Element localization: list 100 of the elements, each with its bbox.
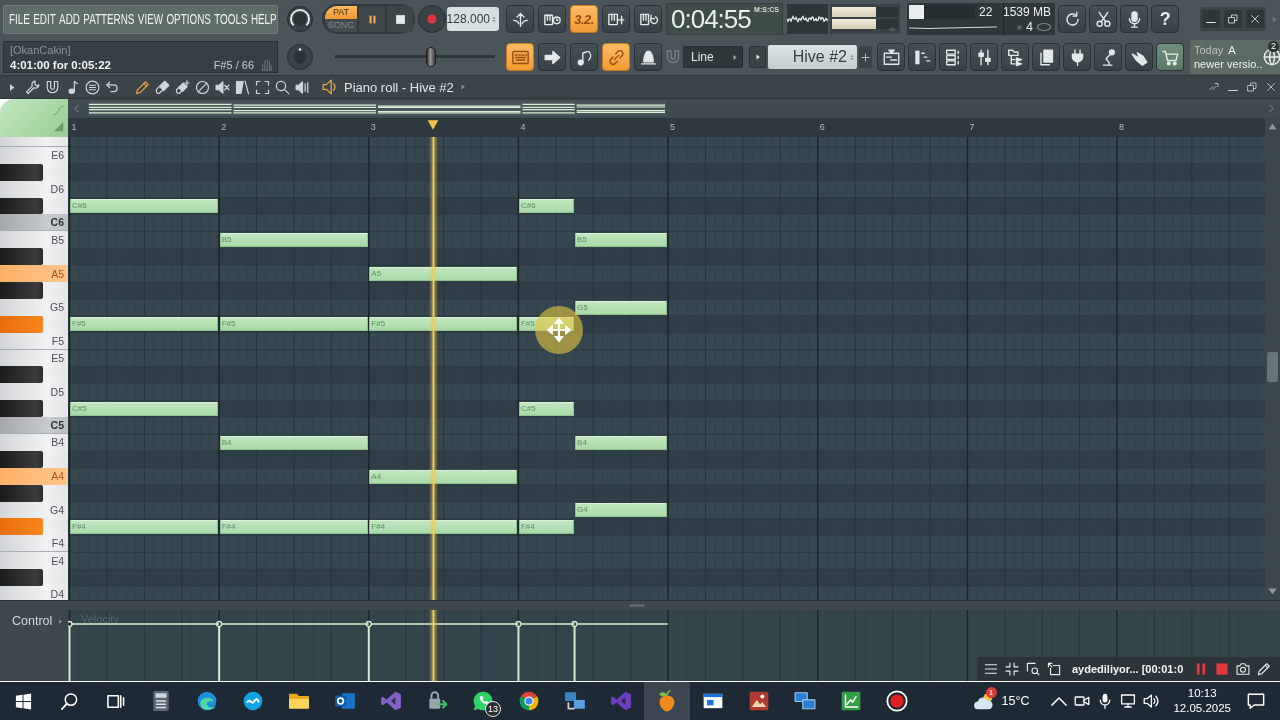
piano-key[interactable] [0, 248, 43, 266]
note-block[interactable]: A4 [369, 469, 518, 484]
region-icon[interactable] [1047, 662, 1061, 676]
note-block[interactable]: F#4 [369, 520, 518, 535]
toolbar-button[interactable] [1120, 5, 1148, 33]
triangle-down-icon[interactable] [1268, 588, 1277, 595]
tempo-field[interactable]: 128.000 [447, 7, 499, 31]
toolbar-button[interactable] [908, 43, 936, 71]
note-block[interactable]: F#5 [219, 317, 368, 332]
note-grid[interactable]: C#6 C#6 B5 B5 A5 G5 F#5 F#5 F#5 F#5 C#5 C#5 B4 B4 A4 G4 F#4 F#4 F#4 F#4 [68, 137, 1265, 600]
toolbar-button[interactable]: 3.2. [570, 5, 598, 33]
scrollbar-thumb[interactable] [1267, 352, 1278, 382]
toolbar-button[interactable] [1094, 43, 1122, 71]
toolbar-button[interactable] [506, 5, 534, 33]
grip-icon[interactable] [629, 604, 645, 607]
note-block[interactable]: G4 [575, 503, 668, 518]
velocity-stem[interactable] [216, 620, 370, 681]
camera-icon[interactable] [1236, 662, 1251, 676]
mode-option[interactable]: PAT [325, 6, 357, 19]
note-block[interactable]: B5 [219, 232, 368, 247]
piano-key[interactable]: A4 [0, 467, 68, 485]
slider-thumb[interactable] [426, 47, 436, 67]
piano-key[interactable]: C6 [0, 214, 68, 232]
monitor-icon[interactable] [1120, 693, 1137, 709]
note-block[interactable]: F#4 [518, 520, 574, 535]
note-block[interactable]: B4 [219, 435, 368, 450]
note-block[interactable]: B5 [575, 232, 668, 247]
toolbar-button[interactable]: ? [1151, 5, 1179, 33]
vertical-scrollbar[interactable] [1265, 118, 1280, 600]
menu-item[interactable]: ADD [59, 10, 80, 28]
note-block[interactable]: A5 [369, 266, 518, 281]
toolbar-button[interactable] [1156, 43, 1184, 71]
clock-time[interactable]: 10:13 [1187, 686, 1217, 701]
note-block[interactable]: F#4 [219, 520, 368, 535]
list-icon[interactable] [984, 662, 998, 676]
play-pause-button[interactable] [359, 6, 385, 32]
menu-item[interactable]: OPTIONS [166, 10, 211, 28]
toolbar-button[interactable] [538, 5, 566, 33]
menu-item[interactable]: FILE [9, 10, 30, 28]
pattern-menu-button[interactable] [749, 46, 766, 68]
add-pattern-button[interactable] [859, 46, 872, 68]
tool-button[interactable] [82, 77, 102, 97]
piano-key[interactable] [0, 400, 43, 418]
piano-key[interactable] [0, 569, 43, 587]
timeline-ruler[interactable]: 1 2 3 4 5 6 7 8 [68, 118, 1265, 137]
speaker-icon[interactable] [1143, 693, 1160, 709]
toolbar-button[interactable] [1001, 43, 1029, 71]
note-block[interactable]: F#5 [369, 317, 518, 332]
velocity-stem[interactable] [515, 620, 576, 681]
toolbar-button[interactable] [634, 5, 662, 33]
caret-icon[interactable] [58, 618, 64, 625]
toolbar-button[interactable] [570, 43, 598, 71]
close-button[interactable] [1246, 10, 1264, 28]
news-panel[interactable]: Today A newer versio.. 2 [1190, 40, 1280, 74]
caret-icon[interactable] [8, 82, 16, 92]
restore-button[interactable] [1224, 10, 1242, 28]
toolbar-button[interactable] [634, 43, 662, 71]
stop-icon[interactable] [1215, 662, 1230, 676]
pencil-icon[interactable] [1257, 662, 1272, 676]
stop-button[interactable] [387, 6, 413, 32]
menu-item[interactable]: TOOLS [214, 10, 248, 28]
triangle-up-icon[interactable] [1268, 123, 1277, 130]
note-block[interactable]: C#6 [518, 199, 574, 214]
snap-dropdown[interactable]: Line [683, 46, 743, 68]
menu-item[interactable]: EDIT [33, 10, 56, 28]
toolbar-button[interactable] [1089, 5, 1117, 33]
taskbar-button[interactable]: 13 [460, 682, 506, 720]
toolbar-button[interactable] [1063, 43, 1091, 71]
toolbar-button[interactable] [970, 43, 998, 71]
collapse-icon[interactable] [1005, 662, 1019, 676]
toolbar-button[interactable] [1032, 43, 1060, 71]
piano-key[interactable] [0, 366, 43, 384]
note-block[interactable]: G5 [575, 300, 668, 315]
piano-key[interactable]: A5 [0, 265, 68, 282]
note-block[interactable]: F#5 [70, 317, 219, 332]
piano-key[interactable]: C5 [0, 417, 68, 435]
note-block[interactable]: F#4 [70, 520, 219, 535]
temperature-text[interactable]: 15°C [1001, 694, 1030, 708]
toolbar-button[interactable] [939, 43, 967, 71]
pattern-selector[interactable]: Hive #2 [768, 45, 857, 69]
menu-item[interactable]: HELP [250, 10, 277, 28]
toolbar-button[interactable] [877, 43, 905, 71]
control-label[interactable]: Control [12, 614, 53, 628]
knob[interactable] [287, 6, 313, 32]
toolbar-button[interactable] [1125, 43, 1153, 71]
menu-item[interactable]: VIEW [137, 10, 164, 28]
menu-item[interactable]: PATTERNS [83, 10, 135, 28]
caret-icon[interactable] [459, 83, 466, 91]
toolbar-button[interactable] [602, 5, 630, 33]
minimize-button[interactable] [1202, 10, 1220, 28]
clock-date[interactable]: 12.05.2025 [1173, 701, 1231, 716]
note-block[interactable]: C#6 [70, 199, 219, 214]
record-button[interactable] [418, 5, 446, 33]
note-block[interactable]: B4 [575, 435, 668, 450]
velocity-stem[interactable] [365, 620, 520, 681]
notification-icon[interactable] [1247, 692, 1265, 710]
toolbar-button[interactable] [538, 43, 566, 71]
video-camera-icon[interactable] [1074, 693, 1091, 709]
zoom-region-icon[interactable] [1026, 662, 1040, 676]
toolbar-button[interactable] [1058, 5, 1086, 33]
